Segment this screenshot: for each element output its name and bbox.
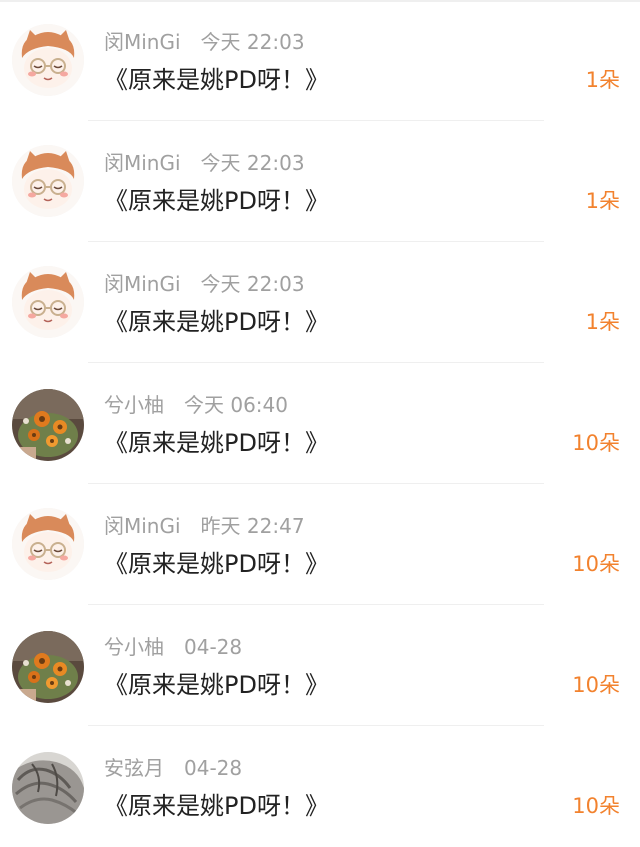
comment-text: 《原来是姚PD呀！》 <box>104 187 329 215</box>
comment-text: 《原来是姚PD呀！》 <box>104 429 329 457</box>
username[interactable]: 兮小柚 <box>104 393 164 417</box>
list-item[interactable]: 闵MinGi 今天 22:03 《原来是姚PD呀！》 1朵 <box>0 242 640 363</box>
username[interactable]: 闵MinGi <box>104 151 181 175</box>
comment-meta: 安弦月 04-28 <box>104 754 242 782</box>
flower-bouquet-avatar[interactable] <box>12 631 84 703</box>
list-item[interactable]: 兮小柚 今天 06:40 《原来是姚PD呀！》 10朵 <box>0 363 640 484</box>
list-item[interactable]: 闵MinGi 今天 22:03 《原来是姚PD呀！》 1朵 <box>0 0 640 121</box>
list-item[interactable]: 闵MinGi 昨天 22:47 《原来是姚PD呀！》 10朵 <box>0 484 640 605</box>
timestamp: 04-28 <box>184 635 243 659</box>
timestamp: 今天 22:03 <box>200 151 305 175</box>
comment-text: 《原来是姚PD呀！》 <box>104 308 329 336</box>
username[interactable]: 闵MinGi <box>104 30 181 54</box>
timestamp: 04-28 <box>184 756 243 780</box>
comment-meta: 闵MinGi 今天 22:03 <box>104 270 305 298</box>
list-item[interactable]: 安弦月 04-28 《原来是姚PD呀！》 10朵 <box>0 726 640 847</box>
comment-text: 《原来是姚PD呀！》 <box>104 671 329 699</box>
gift-count: 10朵 <box>572 552 620 576</box>
flower-bouquet-avatar[interactable] <box>12 389 84 461</box>
list-item[interactable]: 闵MinGi 今天 22:03 《原来是姚PD呀！》 1朵 <box>0 121 640 242</box>
list-item[interactable]: 兮小柚 04-28 《原来是姚PD呀！》 10朵 <box>0 605 640 726</box>
username[interactable]: 安弦月 <box>104 756 164 780</box>
gift-count: 10朵 <box>572 431 620 455</box>
comment-meta: 闵MinGi 今天 22:03 <box>104 28 305 56</box>
timestamp: 今天 22:03 <box>200 272 305 296</box>
username[interactable]: 闵MinGi <box>104 272 181 296</box>
username[interactable]: 兮小柚 <box>104 635 164 659</box>
comment-meta: 兮小柚 今天 06:40 <box>104 391 288 419</box>
gift-count: 1朵 <box>585 310 620 334</box>
comment-meta: 闵MinGi 今天 22:03 <box>104 149 305 177</box>
timestamp: 今天 06:40 <box>184 393 288 417</box>
timestamp: 昨天 22:47 <box>200 514 305 538</box>
cartoon-glasses-avatar[interactable] <box>12 508 84 580</box>
username[interactable]: 闵MinGi <box>104 514 181 538</box>
grey-hair-avatar[interactable] <box>12 752 84 824</box>
comment-text: 《原来是姚PD呀！》 <box>104 792 329 820</box>
cartoon-glasses-avatar[interactable] <box>12 24 84 96</box>
timestamp: 今天 22:03 <box>200 30 305 54</box>
gift-count: 10朵 <box>572 673 620 697</box>
comment-text: 《原来是姚PD呀！》 <box>104 550 329 578</box>
comment-meta: 兮小柚 04-28 <box>104 633 242 661</box>
cartoon-glasses-avatar[interactable] <box>12 145 84 217</box>
comment-meta: 闵MinGi 昨天 22:47 <box>104 512 305 540</box>
cartoon-glasses-avatar[interactable] <box>12 266 84 338</box>
gift-count: 1朵 <box>585 189 620 213</box>
comment-text: 《原来是姚PD呀！》 <box>104 66 329 94</box>
gift-count: 1朵 <box>585 68 620 92</box>
gift-count: 10朵 <box>572 794 620 818</box>
